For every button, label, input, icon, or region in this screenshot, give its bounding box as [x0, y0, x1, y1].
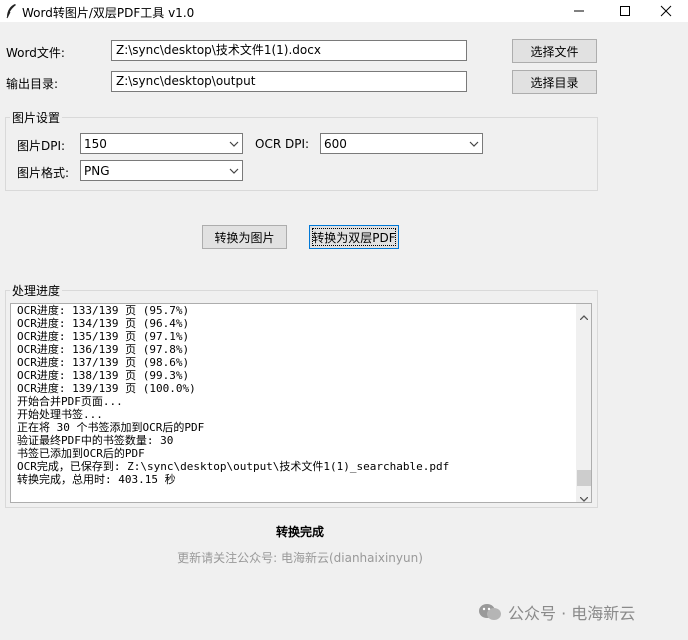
image-settings-title: 图片设置 [10, 109, 63, 126]
close-icon [660, 5, 672, 17]
wechat-icon [479, 604, 501, 620]
window-title: Word转图片/双层PDF工具 v1.0 [22, 6, 195, 20]
minimize-button[interactable] [556, 0, 602, 22]
scroll-up-icon[interactable] [579, 309, 589, 323]
log-line: 转换完成，总用时: 403.15 秒 [17, 473, 176, 486]
log-line: OCR完成，已保存到: Z:\sync\desktop\output\技术文件1… [17, 460, 450, 473]
progress-log[interactable]: OCR进度: 133/139 页 (95.7%) OCR进度: 134/139 页… [10, 303, 592, 503]
log-line: OCR进度: 134/139 页 (96.4%) [17, 317, 190, 330]
log-line: OCR进度: 139/139 页 (100.0%) [17, 382, 196, 395]
log-scrollbar[interactable] [576, 304, 591, 502]
footer-text: 更新请关注公众号: 电海新云(dianhaixinyun) [177, 551, 423, 565]
status-text: 转换完成 [275, 525, 324, 539]
word-file-input[interactable]: Z:\sync\desktop\技术文件1(1).docx [111, 40, 467, 61]
ocr-dpi-value: 600 [324, 136, 347, 151]
chevron-down-icon [226, 161, 242, 180]
word-file-label: Word文件: [6, 46, 65, 60]
log-line: OCR进度: 135/139 页 (97.1%) [17, 330, 190, 343]
watermark-text: 公众号 · 电海新云 [508, 604, 636, 623]
output-dir-input[interactable]: Z:\sync\desktop\output [111, 71, 467, 92]
minimize-icon [574, 10, 584, 12]
log-line: OCR进度: 133/139 页 (95.7%) [17, 304, 190, 317]
select-dir-button[interactable]: 选择目录 [512, 70, 597, 94]
log-text: OCR进度: 133/139 页 (95.7%) OCR进度: 134/139 页… [17, 304, 449, 486]
log-line: 书签已添加到OCR后的PDF [17, 447, 145, 460]
image-dpi-value: 150 [84, 136, 107, 151]
close-button[interactable] [644, 0, 688, 22]
scrollbar-thumb[interactable] [577, 470, 591, 486]
log-line: 验证最终PDF中的书签数量: 30 [17, 434, 174, 447]
chevron-down-icon [466, 134, 482, 153]
image-dpi-select[interactable]: 150 [80, 133, 243, 154]
output-dir-label: 输出目录: [6, 77, 59, 91]
feather-icon [4, 3, 18, 19]
maximize-icon [620, 6, 630, 16]
ocr-dpi-label: OCR DPI: [255, 137, 310, 151]
log-line: 正在将 30 个书签添加到OCR后的PDF [17, 421, 205, 434]
log-line: 开始处理书签... [17, 408, 103, 421]
scroll-down-icon[interactable] [579, 491, 589, 502]
convert-to-image-button[interactable]: 转换为图片 [202, 225, 287, 249]
maximize-button[interactable] [602, 0, 648, 22]
image-format-label: 图片格式: [17, 166, 70, 180]
progress-title: 处理进度 [10, 282, 63, 299]
chevron-down-icon [226, 134, 242, 153]
log-line: OCR进度: 137/139 页 (98.6%) [17, 356, 190, 369]
image-dpi-label: 图片DPI: [17, 139, 66, 153]
image-format-value: PNG [84, 163, 110, 178]
convert-to-pdf-button[interactable]: 转换为双层PDF [309, 225, 399, 249]
log-line: OCR进度: 136/139 页 (97.8%) [17, 343, 190, 356]
watermark: 公众号 · 电海新云 [478, 600, 635, 624]
log-line: 开始合并PDF页面... [17, 395, 123, 408]
image-format-select[interactable]: PNG [80, 160, 243, 181]
select-file-button[interactable]: 选择文件 [512, 39, 597, 63]
ocr-dpi-select[interactable]: 600 [320, 133, 483, 154]
log-line: OCR进度: 138/139 页 (99.3%) [17, 369, 190, 382]
